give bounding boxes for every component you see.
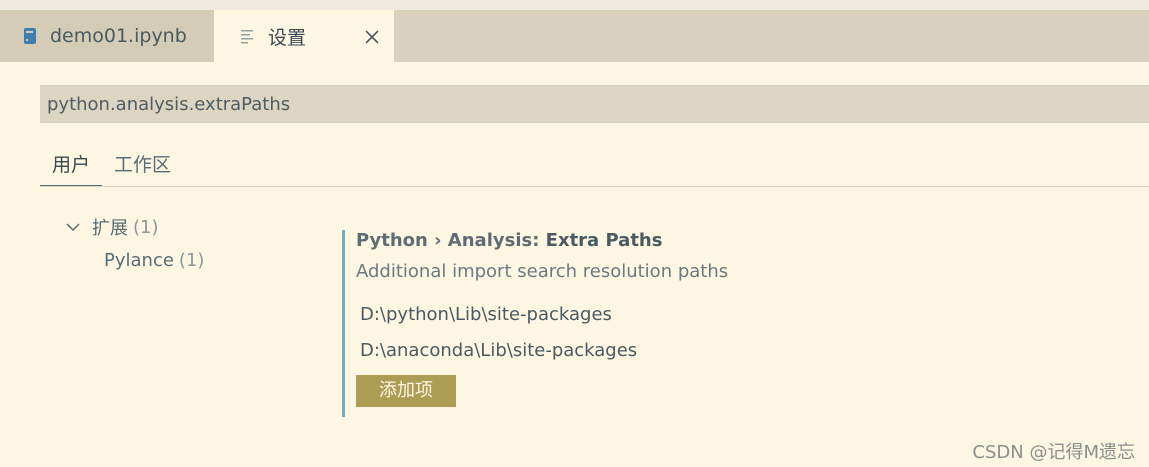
settings-toc: 扩展 (1) Pylance (1): [64, 213, 204, 274]
add-item-button[interactable]: 添加项: [356, 375, 456, 407]
editor-tab-bar: demo01.ipynb 设置: [0, 10, 1149, 62]
setting-title: Python › Analysis: Extra Paths: [356, 230, 1132, 252]
setting-name: Extra Paths: [545, 230, 663, 251]
window-top-strip: [0, 0, 1149, 10]
tab-user[interactable]: 用户: [40, 140, 102, 186]
toc-item-pylance[interactable]: Pylance (1): [64, 246, 204, 274]
toc-label: Pylance: [104, 249, 174, 271]
tab-label: demo01.ipynb: [50, 25, 187, 47]
settings-scope-tabs: 用户 工作区: [40, 140, 183, 186]
watermark: CSDN @记得M遗忘: [972, 442, 1135, 463]
tab-workspace[interactable]: 工作区: [102, 140, 183, 186]
search-value: python.analysis.extraPaths: [47, 93, 291, 115]
list-item[interactable]: D:\anaconda\Lib\site-packages: [356, 333, 1132, 369]
toc-item-extensions[interactable]: 扩展 (1): [64, 213, 204, 241]
setting-item-extra-paths: Python › Analysis: Extra Paths Additiona…: [342, 230, 1132, 417]
setting-description: Additional import search resolution path…: [356, 261, 729, 282]
toc-count: (1): [133, 216, 159, 238]
list-item[interactable]: D:\python\Lib\site-packages: [356, 297, 1132, 333]
chevron-down-icon: [64, 218, 82, 236]
close-icon[interactable]: [364, 28, 380, 44]
tab-notebook[interactable]: demo01.ipynb: [0, 10, 214, 62]
toc-count: (1): [178, 249, 205, 271]
settings-search-input[interactable]: python.analysis.extraPaths: [40, 85, 1149, 123]
tab-settings[interactable]: 设置: [214, 10, 394, 62]
settings-lines-icon: [240, 27, 256, 45]
divider: [40, 186, 1149, 187]
setting-category: Python › Analysis:: [356, 230, 546, 251]
notebook-icon: [22, 27, 38, 45]
tab-label: 设置: [268, 26, 307, 49]
path-list: D:\python\Lib\site-packages D:\anaconda\…: [356, 297, 1132, 369]
toc-label: 扩展: [92, 218, 128, 239]
